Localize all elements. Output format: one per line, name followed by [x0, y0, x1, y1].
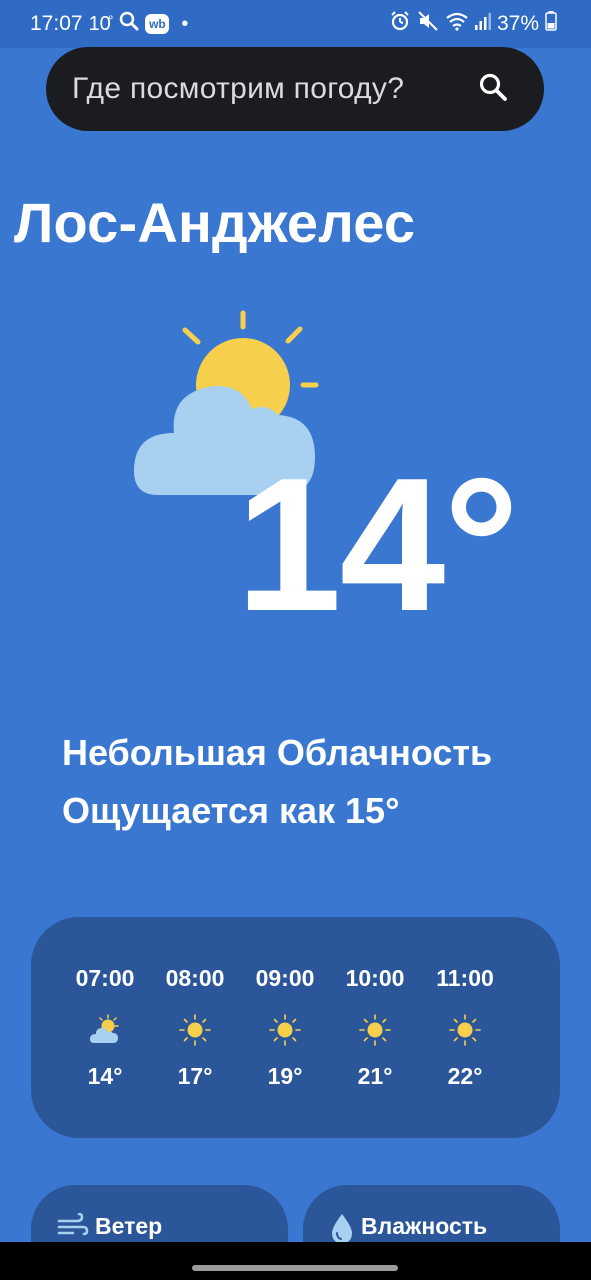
battery-percent: 37%	[496, 12, 539, 35]
alarm-icon	[389, 10, 411, 38]
sun-icon	[178, 1013, 212, 1047]
wb-app-icon: wb	[145, 14, 170, 34]
hour-temp: 14°	[87, 1063, 123, 1089]
weather-condition: Небольшая Облачность	[62, 732, 493, 773]
degree-small: °	[107, 11, 114, 28]
hourly-forecast-card[interactable]: 07:00 14° 08:00 17° 09:00 19° 10:00 21° …	[31, 917, 560, 1138]
humidity-label: Влажность	[361, 1213, 488, 1239]
hour-item: 08:00 17°	[150, 965, 240, 1090]
search-notification-icon	[119, 11, 139, 37]
wind-icon	[57, 1212, 89, 1244]
partly-cloudy-icon	[88, 1013, 122, 1047]
hour-time: 07:00	[75, 965, 135, 991]
hour-temp: 22°	[447, 1063, 483, 1089]
home-indicator[interactable]	[192, 1265, 398, 1271]
clock: 17:07	[30, 12, 83, 35]
hour-time: 11:00	[436, 965, 494, 991]
feels-like: Ощущается как 15°	[62, 790, 400, 831]
status-right: 37%	[389, 10, 557, 38]
hour-item: 07:00 14°	[60, 965, 150, 1090]
hour-time: 09:00	[255, 965, 315, 991]
search-bar[interactable]: Где посмотрим погоду?	[46, 47, 544, 131]
hour-temp: 19°	[267, 1063, 303, 1089]
wind-label: Ветер	[95, 1213, 163, 1239]
search-input[interactable]: Где посмотрим погоду?	[72, 72, 404, 106]
current-temperature: 14°	[236, 439, 519, 651]
more-notifications-dot: •	[181, 12, 189, 35]
hour-temp: 21°	[357, 1063, 393, 1089]
sun-icon	[448, 1013, 482, 1047]
hour-item: 11:00 22°	[420, 965, 510, 1090]
sun-icon	[268, 1013, 302, 1047]
city-title: Лос-Анджелес	[14, 191, 416, 254]
signal-icon	[474, 12, 491, 36]
hour-item: 09:00 19°	[240, 965, 330, 1090]
sun-icon	[358, 1013, 392, 1047]
navigation-bar	[0, 1242, 591, 1280]
status-left: 17:07 10° wb •	[30, 11, 188, 37]
search-icon[interactable]	[478, 72, 508, 107]
weather-temp-small: 10°	[89, 11, 114, 36]
hour-time: 10:00	[345, 965, 405, 991]
battery-icon	[545, 11, 557, 37]
wifi-icon	[445, 11, 469, 37]
mute-icon	[417, 10, 439, 38]
hour-time: 08:00	[165, 965, 225, 991]
hourly-list: 07:00 14° 08:00 17° 09:00 19° 10:00 21° …	[76, 965, 560, 1090]
status-bar: 17:07 10° wb • 37%	[0, 0, 591, 48]
hour-temp: 17°	[177, 1063, 213, 1089]
hour-item: 10:00 21°	[330, 965, 420, 1090]
